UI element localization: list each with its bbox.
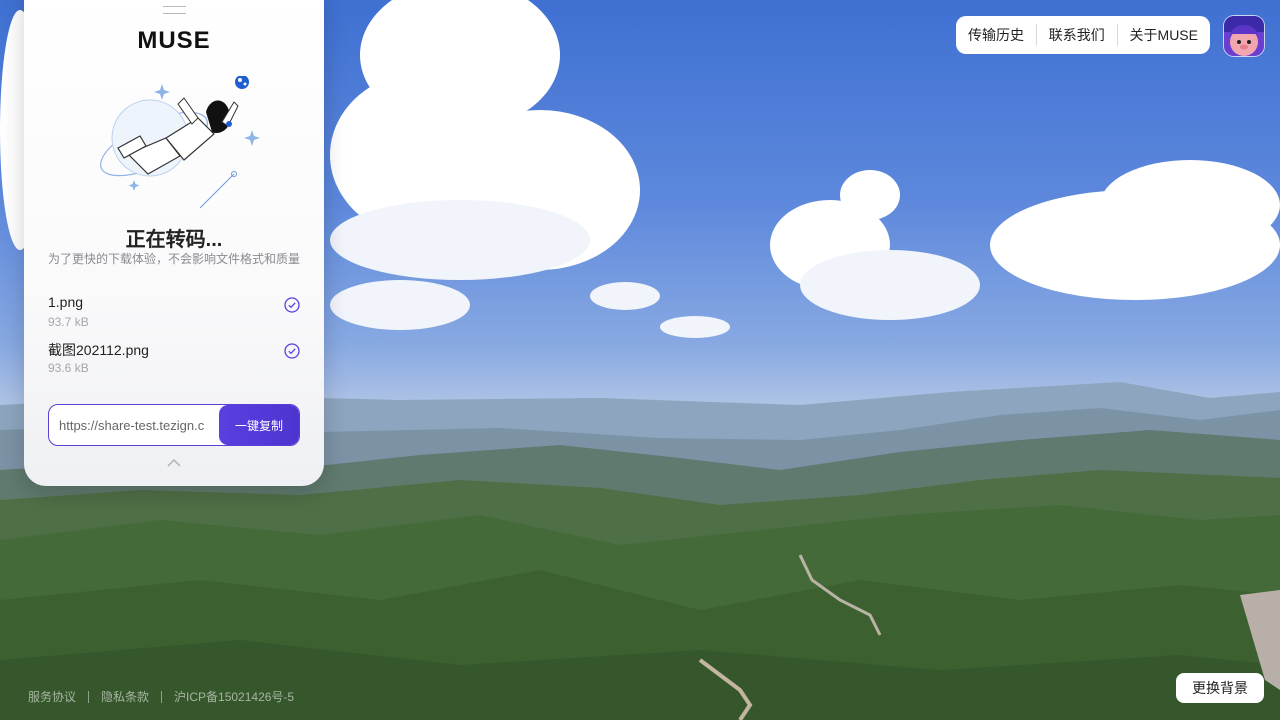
file-name: 截图202112.png bbox=[48, 342, 149, 358]
footer-terms-link[interactable]: 服务协议 bbox=[28, 688, 76, 705]
footer-links: 服务协议 隐私条款 沪ICP备15021426号-5 bbox=[28, 688, 294, 705]
copy-link-button[interactable]: 一键复制 bbox=[219, 405, 299, 445]
app-logo: MUSE bbox=[137, 27, 211, 54]
status-subtitle: 为了更快的下载体验，不会影响文件格式和质量 bbox=[47, 252, 300, 266]
footer-divider bbox=[88, 690, 90, 703]
nav-transfer-history[interactable]: 传输历史 bbox=[956, 24, 1036, 46]
footer-privacy-link[interactable]: 隐私条款 bbox=[101, 688, 149, 705]
footer-divider bbox=[161, 690, 163, 703]
drag-handle-icon[interactable] bbox=[163, 6, 186, 14]
user-avatar-icon bbox=[1224, 16, 1264, 56]
transfer-panel: MUSE 正在转码... 为了更快的下载体验，不会影响文件格式和质量 1.png… bbox=[24, 0, 324, 486]
file-item: 1.png 93.7 kB bbox=[48, 294, 300, 334]
chevron-up-icon[interactable] bbox=[167, 458, 181, 468]
file-size: 93.7 kB bbox=[48, 315, 89, 329]
nav-about-muse[interactable]: 关于MUSE bbox=[1118, 24, 1210, 46]
share-link-box: 一键复制 bbox=[48, 404, 300, 446]
file-item: 截图202112.png 93.6 kB bbox=[48, 340, 300, 380]
top-nav: 传输历史 联系我们 关于MUSE bbox=[956, 16, 1210, 54]
file-name: 1.png bbox=[48, 294, 84, 310]
avatar[interactable] bbox=[1224, 16, 1264, 56]
file-size: 93.6 kB bbox=[48, 361, 89, 375]
check-circle-icon bbox=[284, 297, 300, 313]
nav-contact-us[interactable]: 联系我们 bbox=[1037, 24, 1117, 46]
change-background-button[interactable]: 更换背景 bbox=[1176, 673, 1264, 703]
check-circle-icon bbox=[284, 343, 300, 359]
astronaut-illustration bbox=[100, 76, 260, 209]
share-link-input[interactable] bbox=[59, 405, 221, 445]
footer-icp-link[interactable]: 沪ICP备15021426号-5 bbox=[174, 688, 294, 705]
status-title: 正在转码... bbox=[125, 229, 223, 251]
